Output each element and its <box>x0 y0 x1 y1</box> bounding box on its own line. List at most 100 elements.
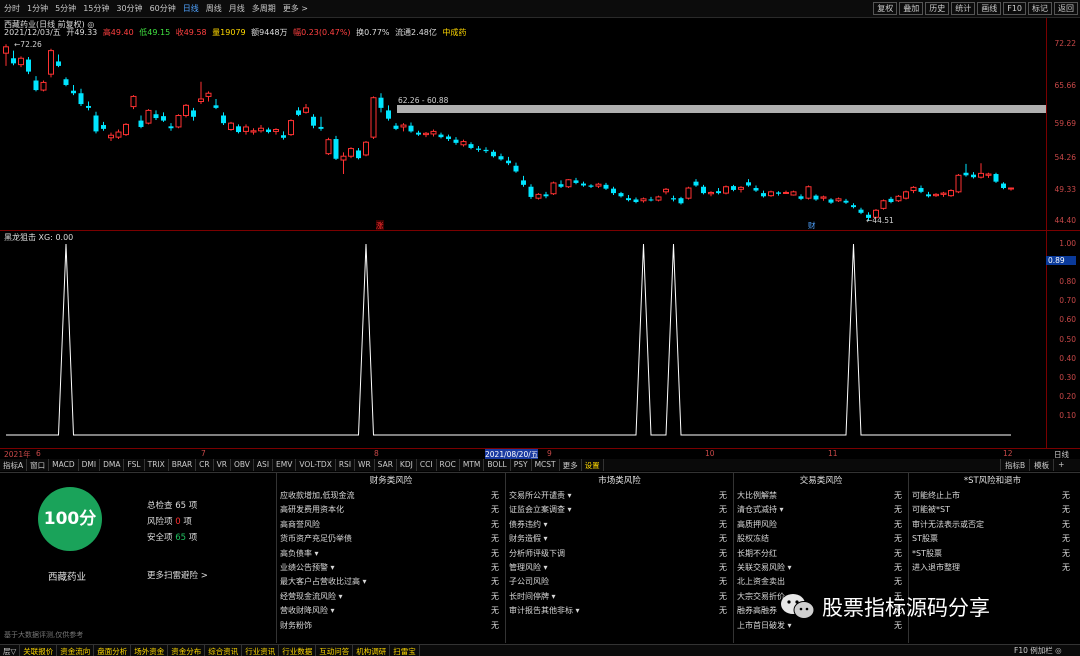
risk-item[interactable]: 高商誉风险 无 <box>277 518 505 532</box>
period-tab-8[interactable]: 月线 <box>229 3 245 14</box>
bottom-tab-6[interactable]: 综合资讯 <box>205 645 243 656</box>
period-tab-2[interactable]: 5分钟 <box>55 3 76 14</box>
indicator-tab-right-2[interactable]: + <box>1053 459 1068 471</box>
bottom-tab-7[interactable]: 行业资讯 <box>242 645 280 656</box>
risk-item[interactable]: 经营现金流风险 ▾ 无 <box>277 590 505 604</box>
bottom-tab-10[interactable]: 机构调研 <box>353 645 391 656</box>
indicator-tab-17[interactable]: KDJ <box>397 459 417 471</box>
risk-item[interactable]: ST股票 无 <box>909 532 1076 546</box>
risk-item[interactable]: 证监会立案调查 ▾ 无 <box>506 503 733 517</box>
risk-item[interactable]: 业绩公告预警 ▾ 无 <box>277 561 505 575</box>
indicator-tab-25[interactable]: 设置 <box>582 459 604 471</box>
period-tab-5[interactable]: 60分钟 <box>150 3 176 14</box>
indicator-tab-8[interactable]: CR <box>196 459 214 471</box>
indicator-tab-5[interactable]: FSL <box>124 459 145 471</box>
indicator-tab-11[interactable]: ASI <box>254 459 274 471</box>
indicator-tab-2[interactable]: MACD <box>49 459 79 471</box>
indicator-tab-21[interactable]: BOLL <box>484 459 511 471</box>
risk-item[interactable]: 交易所公开谴责 ▾ 无 <box>506 489 733 503</box>
period-tab-3[interactable]: 15分钟 <box>83 3 109 14</box>
risk-item[interactable]: 北上资金卖出 无 <box>734 575 908 589</box>
bottom-tab-1[interactable]: 关联报价 <box>20 645 58 656</box>
toolbar-button-4[interactable]: 画线 <box>977 2 1002 15</box>
period-tab-1[interactable]: 1分钟 <box>27 3 48 14</box>
period-tab-6[interactable]: 日线 <box>183 3 199 14</box>
risk-item[interactable]: 子公司风险 无 <box>506 575 733 589</box>
risk-item[interactable]: 长期不分红 无 <box>734 547 908 561</box>
indicator-tab-20[interactable]: MTM <box>460 459 485 471</box>
risk-item[interactable]: *ST股票 无 <box>909 547 1076 561</box>
risk-item[interactable]: 高研发费用资本化 无 <box>277 503 505 517</box>
risk-item[interactable]: 关联交易风险 ▾ 无 <box>734 561 908 575</box>
bottom-tab-9[interactable]: 互动问答 <box>316 645 354 656</box>
risk-item[interactable]: 财务造假 ▾ 无 <box>506 532 733 546</box>
risk-item[interactable]: 应收款增加,低现金流 无 <box>277 489 505 503</box>
bottom-tab-3[interactable]: 盘面分析 <box>94 645 132 656</box>
toolbar-button-0[interactable]: 复权 <box>873 2 898 15</box>
risk-item[interactable]: 大比例解禁 无 <box>734 489 908 503</box>
indicator-tab-18[interactable]: CCI <box>417 459 437 471</box>
indicator-tab-right-1[interactable]: 模板 <box>1029 459 1053 471</box>
indicator-chart[interactable] <box>0 231 1046 448</box>
indicator-tab-14[interactable]: RSI <box>336 459 356 471</box>
risk-item[interactable]: 进入退市整理 无 <box>909 561 1076 575</box>
indicator-tab-0[interactable]: 指标A <box>0 459 28 471</box>
indicator-tab-15[interactable]: WR <box>355 459 375 471</box>
risk-item[interactable]: 股权冻结 无 <box>734 532 908 546</box>
risk-item[interactable]: 可能被*ST 无 <box>909 503 1076 517</box>
bottom-tab-11[interactable]: 扫雷宝 <box>390 645 420 656</box>
period-tab-9[interactable]: 多周期 <box>252 3 276 14</box>
indicator-tab-19[interactable]: ROC <box>437 459 460 471</box>
risk-item[interactable]: 货币资产充足仍举债 无 <box>277 532 505 546</box>
indicator-tab-7[interactable]: BRAR <box>169 459 197 471</box>
risk-item[interactable]: 管理风险 ▾ 无 <box>506 561 733 575</box>
risk-item[interactable]: 清仓式减持 ▾ 无 <box>734 503 908 517</box>
risk-item[interactable]: 长时间停牌 ▾ 无 <box>506 590 733 604</box>
period-tab-0[interactable]: 分时 <box>4 3 20 14</box>
bottom-tab-2[interactable]: 资金流向 <box>57 645 95 656</box>
period-tab-7[interactable]: 周线 <box>206 3 222 14</box>
indicator-tabs: 指标A 窗口 MACD DMI DMA FSL TRIX BRAR CR VR OBV ASI EMV V… <box>0 459 1080 471</box>
risk-item[interactable]: 高质押风险 无 <box>734 518 908 532</box>
risk-item[interactable]: 营收财降风险 ▾ 无 <box>277 604 505 618</box>
period-tab-4[interactable]: 30分钟 <box>116 3 142 14</box>
risk-item[interactable]: 债券违约 ▾ 无 <box>506 518 733 532</box>
indicator-tab-23[interactable]: MCST <box>532 459 560 471</box>
indicator-tab-1[interactable]: 窗口 <box>27 459 50 471</box>
risk-item[interactable]: 分析师评级下调 无 <box>506 547 733 561</box>
bottom-tab-5[interactable]: 资金分布 <box>168 645 206 656</box>
toolbar-button-7[interactable]: 返回 <box>1054 2 1078 15</box>
candle-body <box>640 198 647 202</box>
bottom-tab-8[interactable]: 行业数据 <box>279 645 317 656</box>
bottom-tab-4[interactable]: 场外资金 <box>131 645 169 656</box>
period-tab-10[interactable]: 更多 > <box>283 3 308 14</box>
indicator-tab-9[interactable]: VR <box>214 459 231 471</box>
risk-item[interactable]: 审计报告其他非标 ▾ 无 <box>506 604 733 618</box>
indicator-tab-right-0[interactable]: 指标B <box>1000 459 1029 471</box>
toolbar-button-5[interactable]: F10 <box>1003 2 1026 15</box>
indicator-tab-16[interactable]: SAR <box>375 459 397 471</box>
risk-item[interactable]: 高负债率 ▾ 无 <box>277 547 505 561</box>
candlestick-chart[interactable] <box>0 36 1046 230</box>
risk-item[interactable]: 可能终止上市 无 <box>909 489 1076 503</box>
candle <box>521 175 526 187</box>
toolbar-button-2[interactable]: 历史 <box>925 2 950 15</box>
indicator-tab-12[interactable]: EMV <box>273 459 297 471</box>
indicator-tab-6[interactable]: TRIX <box>145 459 169 471</box>
candle <box>1008 187 1014 191</box>
indicator-tab-24[interactable]: 更多 <box>560 459 582 471</box>
indicator-tab-10[interactable]: OBV <box>231 459 254 471</box>
toolbar-button-3[interactable]: 统计 <box>951 2 976 15</box>
more-scan-link[interactable]: 更多扫雷避险 > <box>147 569 208 581</box>
bottom-tab-0[interactable]: 层▽ <box>0 645 21 656</box>
toolbar-button-1[interactable]: 叠加 <box>899 2 924 15</box>
risk-item[interactable]: 最大客户占营收比过高 ▾ 无 <box>277 575 505 589</box>
toolbar-button-6[interactable]: 标记 <box>1028 2 1052 15</box>
risk-item[interactable]: 审计无法表示或否定 无 <box>909 518 1076 532</box>
indicator-tab-4[interactable]: DMA <box>100 459 125 471</box>
indicator-tab-3[interactable]: DMI <box>79 459 101 471</box>
indicator-tab-22[interactable]: PSY <box>511 459 532 471</box>
indicator-tab-13[interactable]: VOL-TDX <box>296 459 336 471</box>
candle-body <box>933 193 939 197</box>
risk-item[interactable]: 财务粉饰 无 <box>277 619 505 633</box>
